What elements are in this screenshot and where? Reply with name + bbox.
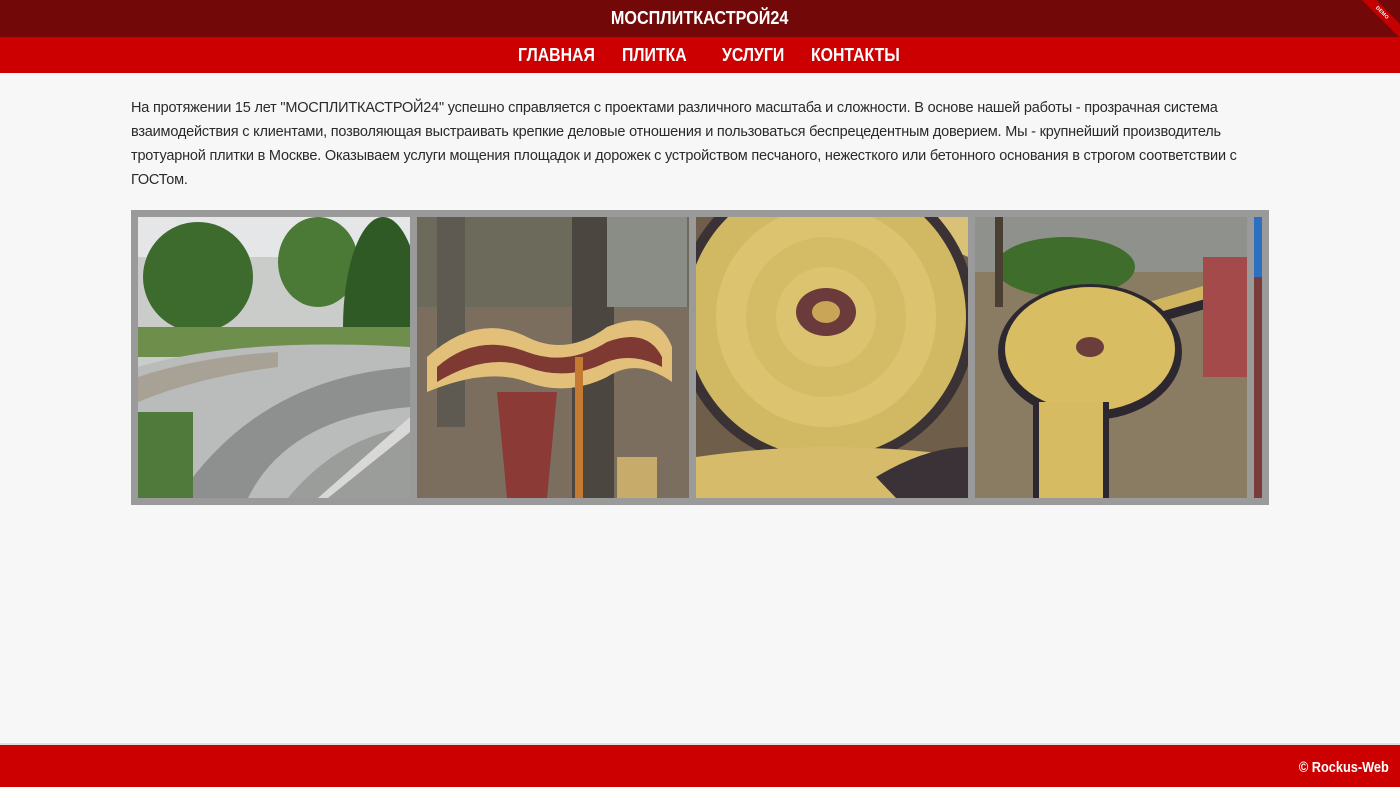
corner-ribbon: DEMO (1350, 0, 1400, 37)
intro-text: На протяжении 15 лет "МОСПЛИТКАСТРОЙ24" … (131, 100, 1237, 188)
wavy-border-image (417, 217, 689, 498)
title-bar: МОСПЛИТКАСТРОЙ24 DEMO (0, 0, 1400, 37)
gallery-photo-yellow-patio[interactable] (975, 217, 1247, 498)
gallery-photo-grey-walkway[interactable] (138, 217, 410, 498)
grey-walkway-image (138, 217, 410, 498)
footer: © Rockus-Web (0, 743, 1400, 787)
yellow-circle-image (696, 217, 968, 498)
page: МОСПЛИТКАСТРОЙ24 DEMO ГЛАВНАЯ ПЛИТКА УСЛ… (0, 0, 1400, 787)
photo-gallery[interactable] (131, 210, 1269, 505)
main-nav: ГЛАВНАЯ ПЛИТКА УСЛУГИ КОНТАКТЫ (0, 37, 1400, 73)
nav-item-contacts[interactable]: КОНТАКТЫ (811, 37, 900, 73)
copyright-text[interactable]: © Rockus-Web (1299, 745, 1389, 787)
nav-item-tile[interactable]: ПЛИТКА (622, 37, 687, 73)
next-photo-sliver (1254, 217, 1262, 498)
site-title[interactable]: МОСПЛИТКАСТРОЙ24 (611, 8, 789, 29)
nav-item-services[interactable]: УСЛУГИ (722, 37, 784, 73)
nav-item-main[interactable]: ГЛАВНАЯ (518, 37, 595, 73)
gallery-photo-wavy-border[interactable] (417, 217, 689, 498)
yellow-patio-image (975, 217, 1247, 498)
gallery-photo-yellow-circle[interactable] (696, 217, 968, 498)
gallery-photo-next[interactable] (1254, 217, 1262, 498)
ribbon-text: DEMO (1374, 5, 1390, 21)
